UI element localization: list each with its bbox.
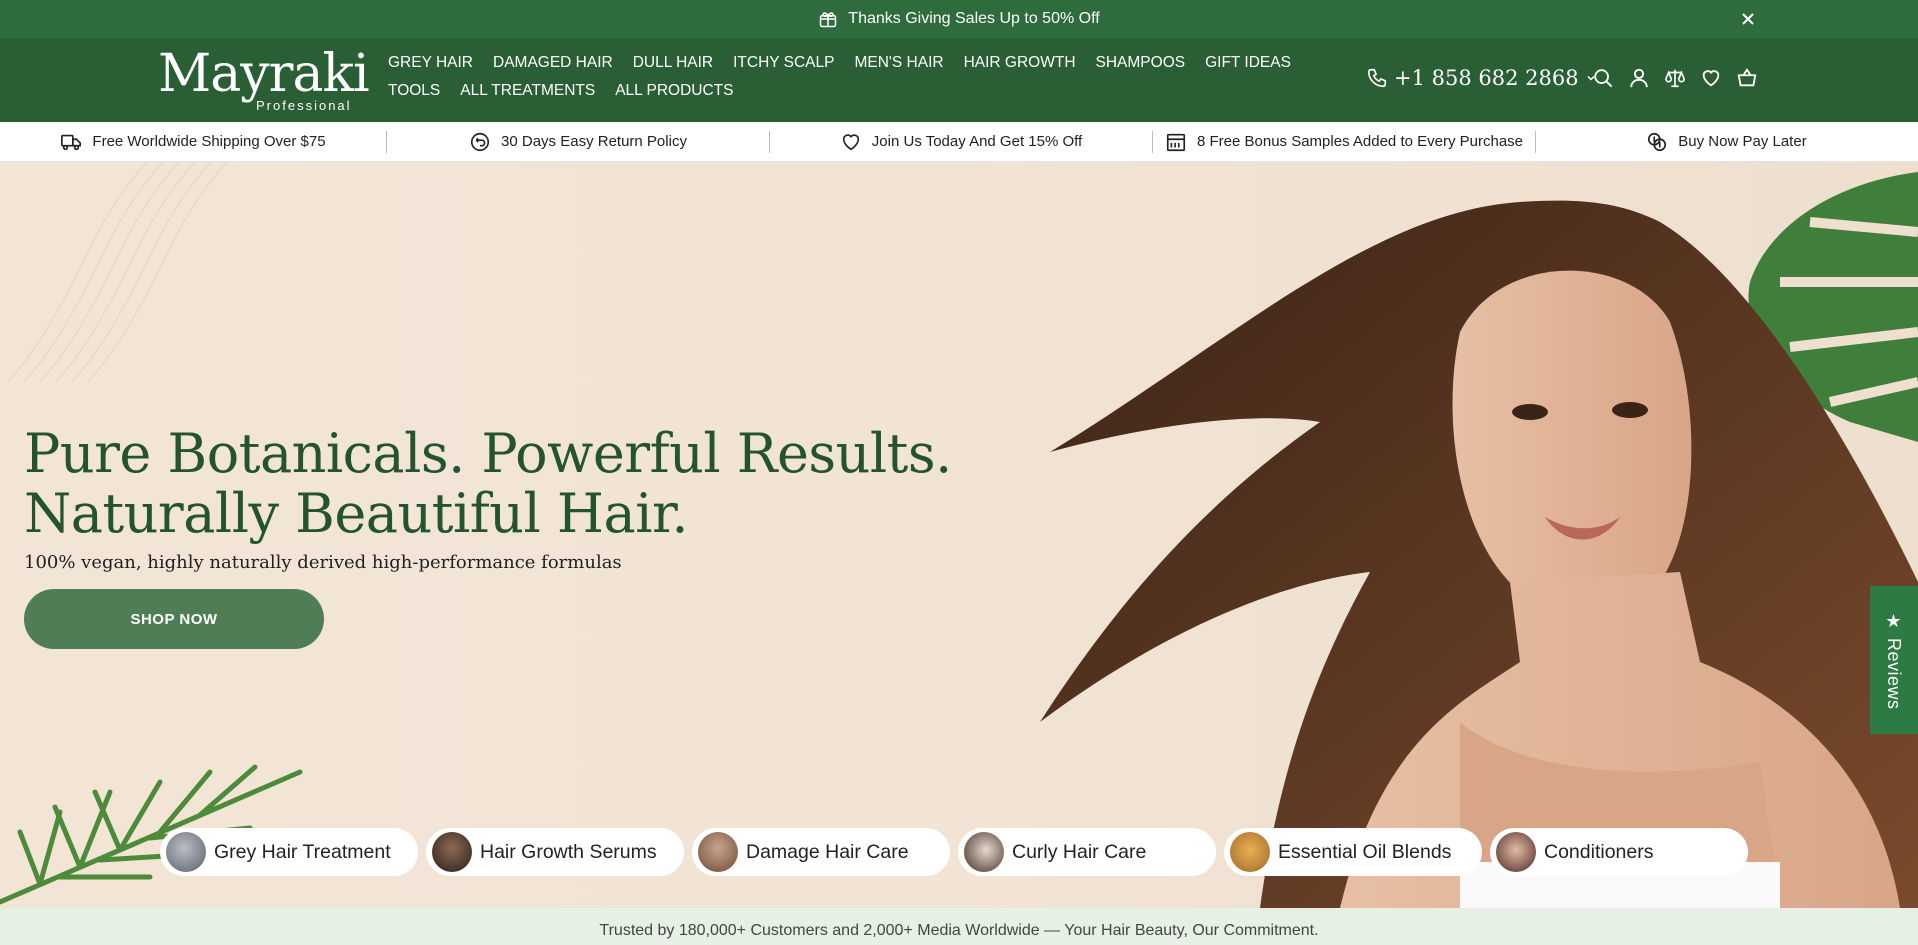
nav-item-mens-hair[interactable]: MEN'S HAIR <box>854 54 943 72</box>
category-thumbnail <box>964 832 1004 872</box>
category-hair-growth-serums[interactable]: Hair Growth Serums <box>426 828 684 876</box>
perk-bnpl: Buy Now Pay Later <box>1536 130 1917 154</box>
perk-join: Join Us Today And Get 15% Off <box>770 130 1152 154</box>
nav-item-itchy-scalp[interactable]: ITCHY SCALP <box>733 54 834 72</box>
perk-text: 8 Free Bonus Samples Added to Every Purc… <box>1196 133 1523 150</box>
nav-item-grey-hair[interactable]: GREY HAIR <box>388 54 473 72</box>
reviews-tab[interactable]: ★ Reviews <box>1870 586 1918 734</box>
gift-icon <box>820 12 837 28</box>
hero-headline: Pure Botanicals. Powerful Results. Natur… <box>24 424 952 544</box>
category-label: Curly Hair Care <box>1012 840 1147 863</box>
model-photo <box>1040 200 1918 908</box>
coins-icon <box>1648 132 1667 151</box>
return-icon <box>470 132 490 151</box>
perk-text: 30 Days Easy Return Policy <box>501 133 687 150</box>
site-header: Mayraki Professional GREY HAIR DAMAGED H… <box>0 38 1918 122</box>
brand-tagline: Professional <box>256 98 352 113</box>
category-damage-hair-care[interactable]: Damage Hair Care <box>692 828 950 876</box>
truck-icon <box>61 134 82 150</box>
category-thumbnail <box>432 832 472 872</box>
category-label: Damage Hair Care <box>746 840 909 863</box>
hero-subline: 100% vegan, highly naturally derived hig… <box>24 552 622 573</box>
category-label: Hair Growth Serums <box>480 840 657 863</box>
shop-now-button[interactable]: SHOP NOW <box>24 589 324 649</box>
perk-text: Free Worldwide Shipping Over $75 <box>92 133 326 150</box>
compare-icon[interactable] <box>1664 66 1686 90</box>
brand-name: Mayraki <box>158 44 370 104</box>
category-thumbnail <box>698 832 738 872</box>
category-grey-hair-treatment[interactable]: Grey Hair Treatment <box>160 828 418 876</box>
trust-strip: Trusted by 180,000+ Customers and 2,000+… <box>0 908 1918 945</box>
hero-banner: Pure Botanicals. Powerful Results. Natur… <box>0 162 1918 908</box>
category-essential-oil-blends[interactable]: Essential Oil Blends <box>1224 828 1482 876</box>
header-actions <box>1592 66 1758 90</box>
category-label: Conditioners <box>1544 840 1654 863</box>
nav-item-all-products[interactable]: ALL PRODUCTS <box>615 82 733 100</box>
nav-item-damaged-hair[interactable]: DAMAGED HAIR <box>493 54 613 72</box>
decorative-lines <box>7 162 229 383</box>
nav-item-all-treatments[interactable]: ALL TREATMENTS <box>460 82 595 100</box>
announcement-text: Thanks Giving Sales Up to 50% Off <box>848 10 1100 27</box>
nav-item-gift-ideas[interactable]: GIFT IDEAS <box>1205 54 1291 72</box>
phone-number: +1 858 682 2868 <box>1394 66 1579 90</box>
heart-icon <box>842 133 859 150</box>
close-icon[interactable] <box>1738 9 1758 29</box>
nav-item-shampoos[interactable]: SHAMPOOS <box>1096 54 1186 72</box>
category-thumbnail <box>166 832 206 872</box>
category-label: Essential Oil Blends <box>1278 840 1452 863</box>
perk-shipping: Free Worldwide Shipping Over $75 <box>0 130 386 154</box>
category-label: Grey Hair Treatment <box>214 840 391 863</box>
perk-text: Buy Now Pay Later <box>1678 133 1807 150</box>
wishlist-icon[interactable] <box>1700 66 1722 90</box>
headline-line-1: Pure Botanicals. Powerful Results. <box>24 422 952 485</box>
perk-text: Join Us Today And Get 15% Off <box>871 133 1083 150</box>
account-icon[interactable] <box>1628 66 1650 90</box>
category-thumbnail <box>1496 832 1536 872</box>
main-nav: GREY HAIR DAMAGED HAIR DULL HAIR ITCHY S… <box>388 54 1328 100</box>
phone-icon <box>1367 68 1387 88</box>
nav-item-tools[interactable]: TOOLS <box>388 82 440 100</box>
perks-bar: Free Worldwide Shipping Over $75 30 Days… <box>0 122 1918 162</box>
category-pills: Grey Hair Treatment Hair Growth Serums D… <box>160 828 1748 876</box>
category-curly-hair-care[interactable]: Curly Hair Care <box>958 828 1216 876</box>
perk-returns: 30 Days Easy Return Policy <box>387 130 769 154</box>
brand-logo[interactable]: Mayraki Professional <box>158 44 370 113</box>
nav-item-dull-hair[interactable]: DULL HAIR <box>633 54 713 72</box>
phone-selector[interactable]: +1 858 682 2868 <box>1366 66 1597 90</box>
perk-samples: 8 Free Bonus Samples Added to Every Purc… <box>1153 130 1535 154</box>
nav-item-hair-growth[interactable]: HAIR GROWTH <box>964 54 1076 72</box>
announcement-bar: Thanks Giving Sales Up to 50% Off <box>0 0 1918 38</box>
gift-box-icon <box>1166 133 1186 151</box>
category-conditioners[interactable]: Conditioners <box>1490 828 1748 876</box>
cart-icon[interactable] <box>1736 66 1758 90</box>
headline-line-2: Naturally Beautiful Hair. <box>24 482 689 545</box>
category-thumbnail <box>1230 832 1270 872</box>
search-icon[interactable] <box>1592 66 1614 90</box>
